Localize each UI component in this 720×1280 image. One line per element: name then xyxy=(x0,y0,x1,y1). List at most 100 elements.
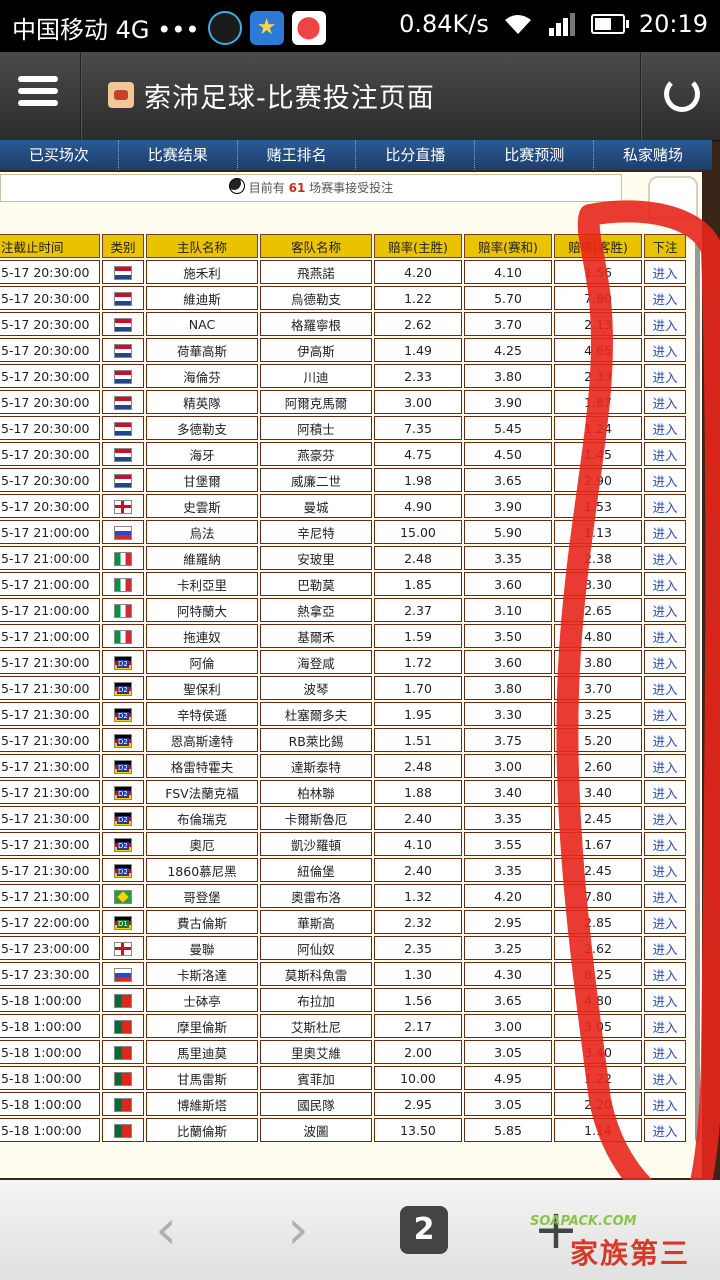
cell-odds-home: 1.49 xyxy=(374,338,462,362)
cell-odds-away: 1.53 xyxy=(554,494,642,518)
enter-bet-link[interactable]: 进入 xyxy=(652,786,677,801)
cell-deadline: 5-18 1:00:00 xyxy=(0,1040,100,1064)
enter-bet-link[interactable]: 进入 xyxy=(652,266,677,281)
cell-away-team: 凱沙羅頓 xyxy=(260,832,372,856)
enter-bet-link[interactable]: 进入 xyxy=(652,864,677,879)
enter-bet-link[interactable]: 进入 xyxy=(652,630,677,645)
menu-icon[interactable] xyxy=(18,76,58,116)
enter-bet-link[interactable]: 进入 xyxy=(652,1020,677,1035)
table-row: 5-17 20:30:00 海牙 燕豪芬 4.75 4.50 1.45 进入 xyxy=(0,442,686,466)
enter-bet-link[interactable]: 进入 xyxy=(652,682,677,697)
cell-type xyxy=(102,780,144,804)
cell-type xyxy=(102,832,144,856)
cell-deadline: 5-17 21:00:00 xyxy=(0,572,100,596)
enter-bet-link[interactable]: 进入 xyxy=(652,968,677,983)
cell-deadline: 5-17 21:30:00 xyxy=(0,754,100,778)
nav-item-results[interactable]: 比赛结果 xyxy=(119,140,238,170)
cell-away-team: 阿爾克馬爾 xyxy=(260,390,372,414)
cell-deadline: 5-17 21:00:00 xyxy=(0,520,100,544)
nav-item-prediction[interactable]: 比赛预测 xyxy=(475,140,595,170)
cell-bet: 进入 xyxy=(644,780,686,804)
enter-bet-link[interactable]: 进入 xyxy=(652,1124,677,1139)
nav-item-private-casino[interactable]: 私家赌场 xyxy=(594,140,712,170)
cell-deadline: 5-17 21:30:00 xyxy=(0,806,100,830)
enter-bet-link[interactable]: 进入 xyxy=(652,552,677,567)
enter-bet-link[interactable]: 进入 xyxy=(652,838,677,853)
odds-table: 注截止时间 类别 主队名称 客队名称 赔率(主胜) 赔率(赛和) 赔率(客胜) … xyxy=(0,232,688,1144)
refresh-icon[interactable] xyxy=(664,76,700,112)
scrollbar[interactable] xyxy=(695,242,700,1142)
cell-odds-draw: 4.30 xyxy=(464,962,552,986)
enter-bet-link[interactable]: 进入 xyxy=(652,916,677,931)
cell-type xyxy=(102,806,144,830)
forward-arrow-icon[interactable]: › xyxy=(270,1202,326,1258)
cell-odds-away: 1.67 xyxy=(554,832,642,856)
enter-bet-link[interactable]: 进入 xyxy=(652,474,677,489)
cell-odds-draw: 2.95 xyxy=(464,910,552,934)
enter-bet-link[interactable]: 进入 xyxy=(652,370,677,385)
enter-bet-link[interactable]: 进入 xyxy=(652,1072,677,1087)
table-row: 5-17 22:00:00 費古倫斯華斯高2.322.952.85 进入 xyxy=(0,910,686,934)
cell-bet: 进入 xyxy=(644,260,686,284)
cell-bet: 进入 xyxy=(644,676,686,700)
cell-odds-draw: 3.35 xyxy=(464,546,552,570)
league-flag-icon xyxy=(114,291,132,306)
cell-odds-away: 3.40 xyxy=(554,1040,642,1064)
cell-bet: 进入 xyxy=(644,546,686,570)
nav-item-ranking[interactable]: 赌王排名 xyxy=(238,140,357,170)
tab-count-button[interactable]: 2 xyxy=(400,1206,448,1254)
enter-bet-link[interactable]: 进入 xyxy=(652,942,677,957)
enter-bet-link[interactable]: 进入 xyxy=(652,708,677,723)
cell-odds-away: 4.80 xyxy=(554,988,642,1012)
enter-bet-link[interactable]: 进入 xyxy=(652,448,677,463)
enter-bet-link[interactable]: 进入 xyxy=(652,604,677,619)
back-arrow-icon[interactable]: ‹ xyxy=(138,1202,194,1258)
cell-odds-home: 2.17 xyxy=(374,1014,462,1038)
cell-away-team: 阿仙奴 xyxy=(260,936,372,960)
col-header-deadline: 注截止时间 xyxy=(0,234,100,258)
cell-bet: 进入 xyxy=(644,442,686,466)
nav-item-live-score[interactable]: 比分直播 xyxy=(356,140,476,170)
enter-bet-link[interactable]: 进入 xyxy=(652,812,677,827)
cell-deadline: 5-17 21:30:00 xyxy=(0,884,100,908)
cell-bet: 进入 xyxy=(644,520,686,544)
cell-type xyxy=(102,442,144,466)
enter-bet-link[interactable]: 进入 xyxy=(652,500,677,515)
enter-bet-link[interactable]: 进入 xyxy=(652,760,677,775)
enter-bet-link[interactable]: 进入 xyxy=(652,578,677,593)
enter-bet-link[interactable]: 进入 xyxy=(652,422,677,437)
enter-bet-link[interactable]: 进入 xyxy=(652,734,677,749)
wifi-icon xyxy=(504,15,531,34)
cell-bet: 进入 xyxy=(644,286,686,310)
cell-odds-home: 7.35 xyxy=(374,416,462,440)
enter-bet-link[interactable]: 进入 xyxy=(652,656,677,671)
cell-type xyxy=(102,286,144,310)
cell-home-team: 史雲斯 xyxy=(146,494,258,518)
cell-odds-draw: 3.50 xyxy=(464,624,552,648)
enter-bet-link[interactable]: 进入 xyxy=(652,526,677,541)
enter-bet-link[interactable]: 进入 xyxy=(652,396,677,411)
cell-odds-draw: 3.90 xyxy=(464,494,552,518)
table-row: 5-18 1:00:00 比蘭倫斯 波圖 13.50 5.85 1.14 进入 xyxy=(0,1118,686,1142)
cell-odds-home: 1.59 xyxy=(374,624,462,648)
cell-bet: 进入 xyxy=(644,312,686,336)
cell-away-team: 燕豪芬 xyxy=(260,442,372,466)
cell-odds-home: 2.40 xyxy=(374,858,462,882)
enter-bet-link[interactable]: 进入 xyxy=(652,1046,677,1061)
cell-odds-away: 2.20 xyxy=(554,1092,642,1116)
cell-away-team: 艾斯杜尼 xyxy=(260,1014,372,1038)
table-row: 5-17 21:30:00 格雷特霍夫達斯泰特2.483.002.60 进入 xyxy=(0,754,686,778)
enter-bet-link[interactable]: 进入 xyxy=(652,344,677,359)
enter-bet-link[interactable]: 进入 xyxy=(652,318,677,333)
enter-bet-link[interactable]: 进入 xyxy=(652,1098,677,1113)
cell-odds-draw: 3.35 xyxy=(464,858,552,882)
enter-bet-link[interactable]: 进入 xyxy=(652,890,677,905)
nav-item-purchased[interactable]: 已买场次 xyxy=(0,140,119,170)
table-row: 5-17 21:30:00 阿倫海登咸1.723.603.80 进入 xyxy=(0,650,686,674)
cell-bet: 进入 xyxy=(644,1118,686,1142)
cell-odds-draw: 5.70 xyxy=(464,286,552,310)
table-row: 5-18 1:00:00 馬里迪莫 里奧艾維 2.00 3.05 3.40 进入 xyxy=(0,1040,686,1064)
enter-bet-link[interactable]: 进入 xyxy=(652,994,677,1009)
cell-deadline: 5-18 1:00:00 xyxy=(0,1118,100,1142)
enter-bet-link[interactable]: 进入 xyxy=(652,292,677,307)
